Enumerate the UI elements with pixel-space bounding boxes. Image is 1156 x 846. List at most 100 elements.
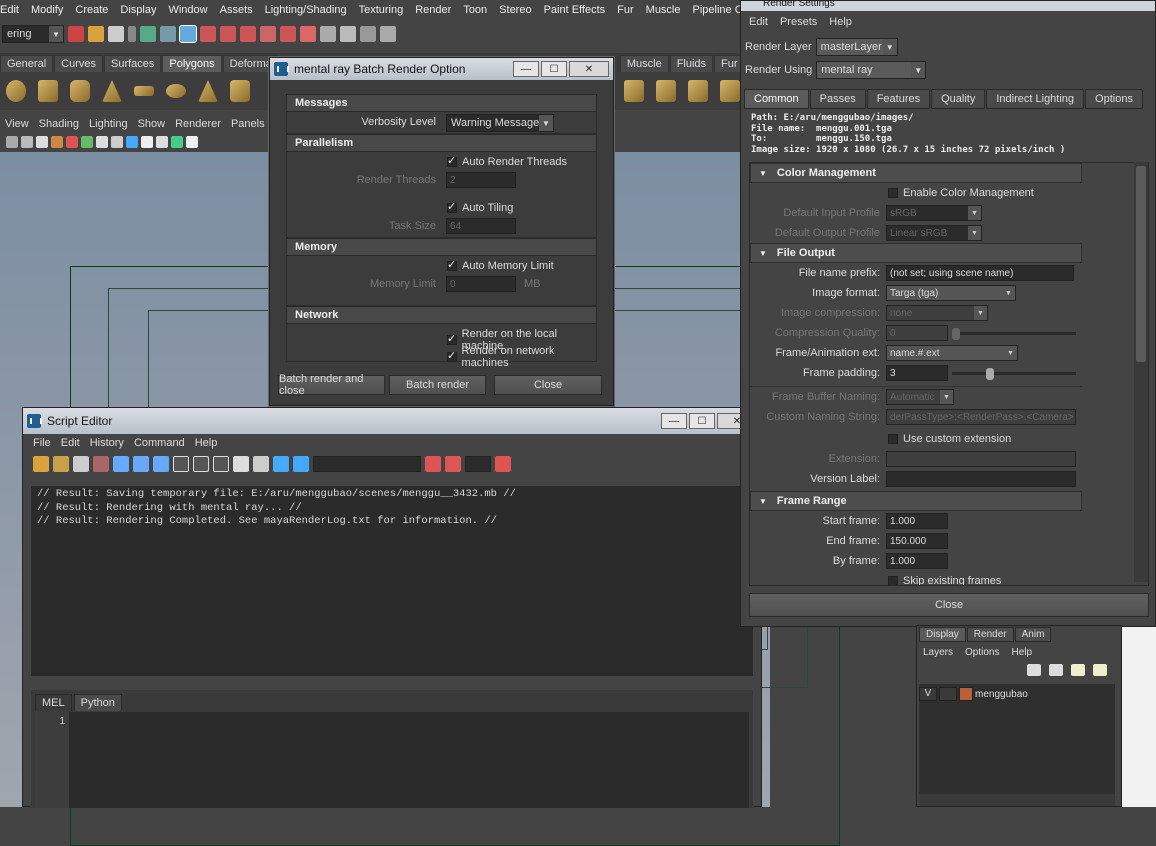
frame-range-header[interactable]: ▼ Frame Range	[750, 491, 1082, 511]
settings-scrollbar[interactable]	[1134, 162, 1148, 582]
menu-set-dropdown[interactable]: ering ▼	[2, 25, 64, 43]
text-icon[interactable]	[186, 136, 198, 148]
render-view-icon[interactable]	[320, 26, 336, 42]
panel-menu-panels[interactable]: Panels	[226, 118, 270, 130]
shelf-tab-fluids[interactable]: Fluids	[669, 55, 714, 72]
main-menu-item[interactable]: Create	[69, 4, 114, 16]
bookmark-icon[interactable]	[36, 136, 48, 148]
layers-menu-help[interactable]: Help	[1011, 647, 1032, 658]
new-scene-icon[interactable]	[68, 26, 84, 42]
select-object-icon[interactable]	[160, 26, 176, 42]
auto-tiling-checkbox[interactable]: Auto Tiling	[447, 200, 513, 214]
image-plane-icon[interactable]	[51, 136, 63, 148]
image-compression-dropdown[interactable]: none ▼	[886, 305, 988, 321]
script-titlebar[interactable]: Script Editor — ☐ ✕	[23, 408, 761, 434]
smooth-shade-icon[interactable]	[111, 136, 123, 148]
select-component-icon[interactable]	[179, 25, 197, 43]
batch-render-button[interactable]: Batch render	[389, 375, 486, 395]
panel-menu-shading[interactable]: Shading	[34, 118, 84, 130]
film-gate-icon[interactable]	[81, 136, 93, 148]
new-layer-selected-icon[interactable]	[1093, 664, 1107, 676]
new-layer-icon[interactable]	[1071, 664, 1085, 676]
panel-menu-show[interactable]: Show	[133, 118, 171, 130]
poly-plane-icon[interactable]	[134, 86, 154, 96]
main-menu-item[interactable]: Window	[162, 4, 213, 16]
batch-titlebar[interactable]: mental ray Batch Render Option — ☐ ✕	[270, 58, 613, 80]
layer-row[interactable]: V menggubao	[919, 686, 1115, 702]
source-script-icon[interactable]	[53, 456, 69, 472]
clear-all-icon[interactable]	[153, 456, 169, 472]
poly-tool-icon-d[interactable]	[688, 80, 708, 102]
render-threads-field[interactable]: 2	[446, 172, 516, 188]
custom-naming-field[interactable]: derPassType>:<RenderPass>.<Camera>	[886, 409, 1076, 425]
main-menu-item[interactable]: Toon	[457, 4, 493, 16]
compression-quality-slider[interactable]	[952, 332, 1076, 335]
line-numbers-icon[interactable]	[253, 456, 269, 472]
frame-padding-slider[interactable]	[952, 372, 1076, 375]
snap-point-icon[interactable]	[240, 26, 256, 42]
common-settings-panel[interactable]: ▼ Color Management Enable Color Manageme…	[749, 162, 1149, 586]
snap-curve-icon[interactable]	[220, 26, 236, 42]
shelf-tab-general[interactable]: General	[0, 55, 54, 72]
file-output-header[interactable]: ▼ File Output	[750, 243, 1082, 263]
show-input-icon[interactable]	[193, 456, 209, 472]
snap-grid-icon[interactable]	[200, 26, 216, 42]
goto-line-icon[interactable]	[495, 456, 511, 472]
main-menu-item[interactable]: Display	[114, 4, 162, 16]
script-menu-history[interactable]: History	[90, 437, 124, 449]
poly-cube-icon[interactable]	[38, 80, 58, 102]
start-frame-field[interactable]: 1.000	[886, 513, 948, 529]
select-hierarchy-icon[interactable]	[140, 26, 156, 42]
main-menu-item[interactable]: Lighting/Shading	[259, 4, 353, 16]
main-menu-item[interactable]: Texturing	[353, 4, 410, 16]
tab-features[interactable]: Features	[866, 89, 931, 109]
tab-display[interactable]: Display	[919, 627, 966, 642]
extension-field[interactable]	[886, 451, 1076, 467]
main-menu-item[interactable]: Stereo	[493, 4, 537, 16]
memory-limit-field[interactable]: 0	[446, 276, 516, 292]
isolate-icon[interactable]	[156, 136, 168, 148]
enable-color-management-row[interactable]: Enable Color Management	[750, 183, 1148, 203]
poly-pyramid-icon[interactable]	[198, 80, 218, 102]
render-layer-dropdown[interactable]: masterLayer ▼	[815, 38, 898, 56]
layer-color-swatch[interactable]	[959, 687, 973, 701]
skip-existing-checkbox[interactable]: Skip existing frames	[888, 575, 1001, 585]
poly-cylinder-icon[interactable]	[70, 80, 90, 102]
default-output-profile-dropdown[interactable]: Linear sRGB ▼	[886, 225, 982, 241]
panel-menu-lighting[interactable]: Lighting	[84, 118, 133, 130]
tab-common[interactable]: Common	[744, 89, 809, 109]
script-history-output[interactable]: // Result: Saving temporary file: E:/aru…	[31, 486, 753, 676]
poly-torus-icon[interactable]	[166, 84, 186, 98]
main-menu-item[interactable]: Assets	[214, 4, 259, 16]
camera-icon[interactable]	[6, 136, 18, 148]
render-settings-icon[interactable]	[380, 26, 396, 42]
frame-buffer-naming-dropdown[interactable]: Automatic ▼	[886, 389, 954, 405]
camera-attr-icon[interactable]	[21, 136, 33, 148]
batch-close-button[interactable]: Close	[494, 375, 602, 395]
minimize-icon[interactable]: —	[661, 413, 687, 429]
search-field[interactable]	[313, 456, 421, 472]
shelf-tab-polygons[interactable]: Polygons	[162, 55, 222, 72]
wireframe-icon[interactable]	[96, 136, 108, 148]
tab-quality[interactable]: Quality	[931, 89, 986, 109]
render-using-dropdown[interactable]: mental ray ▼	[816, 61, 927, 79]
main-menu-item[interactable]: Modify	[25, 4, 69, 16]
poly-tool-icon-e[interactable]	[720, 80, 740, 102]
shelf-tab-surfaces[interactable]: Surfaces	[103, 55, 162, 72]
verbosity-dropdown[interactable]: Warning Messages ▼	[446, 114, 554, 132]
script-input[interactable]: 1	[35, 712, 749, 808]
layer-display-type[interactable]	[939, 687, 957, 701]
poly-sphere-icon[interactable]	[6, 80, 26, 102]
main-menu-item[interactable]: Fur	[611, 4, 640, 16]
file-prefix-field[interactable]: (not set; using scene name)	[886, 265, 1074, 281]
image-format-dropdown[interactable]: Targa (tga) ▼	[886, 285, 1016, 301]
render-network-checkbox[interactable]: Render on network machines	[447, 345, 596, 369]
color-management-header[interactable]: ▼ Color Management	[750, 163, 1082, 183]
search-up-icon[interactable]	[445, 456, 461, 472]
make-live-icon[interactable]	[280, 26, 296, 42]
slider-handle[interactable]	[986, 368, 994, 380]
script-menu-file[interactable]: File	[33, 437, 51, 449]
rs-menu-edit[interactable]: Edit	[749, 16, 768, 28]
script-menu-edit[interactable]: Edit	[61, 437, 80, 449]
execute-all-icon[interactable]	[273, 456, 289, 472]
